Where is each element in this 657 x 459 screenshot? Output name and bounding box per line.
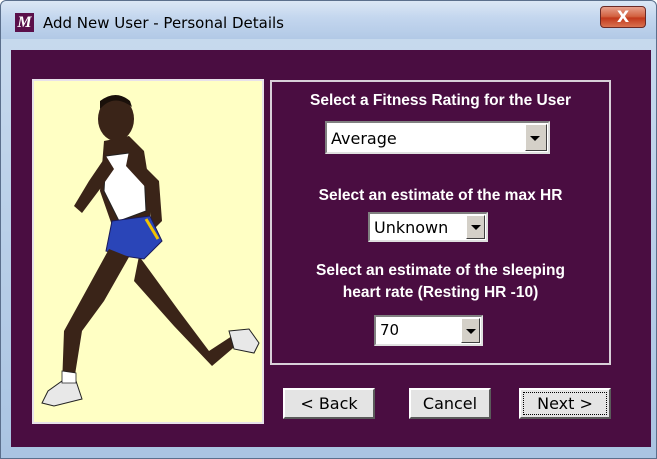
runner-image	[41, 95, 260, 407]
chevron-down-icon[interactable]	[525, 124, 547, 151]
fitness-rating-label: Select a Fitness Rating for the User	[310, 92, 571, 109]
runner-illustration	[32, 79, 264, 424]
close-button[interactable]: X	[600, 6, 646, 28]
chevron-down-icon[interactable]	[466, 215, 485, 239]
app-logo-icon: M	[15, 13, 34, 32]
sleeping-hr-label-line1: Select an estimate of the sleeping	[316, 262, 565, 279]
fitness-rating-value: Average	[331, 129, 397, 148]
window-title: Add New User - Personal Details	[43, 14, 284, 32]
max-hr-label: Select an estimate of the max HR	[318, 187, 563, 204]
sleeping-hr-value: 70	[380, 321, 400, 339]
max-hr-value: Unknown	[374, 218, 449, 237]
back-button[interactable]: < Back	[283, 388, 375, 419]
fitness-rating-select[interactable]: Average	[325, 121, 550, 154]
sleeping-hr-select[interactable]: 70	[374, 315, 483, 346]
chevron-down-icon[interactable]	[461, 318, 480, 343]
cancel-button[interactable]: Cancel	[409, 388, 491, 419]
next-button[interactable]: Next >	[519, 388, 611, 419]
max-hr-select[interactable]: Unknown	[368, 212, 488, 242]
sleeping-hr-label-line2: heart rate (Resting HR -10)	[342, 284, 539, 301]
title-bar[interactable]: M Add New User - Personal Details X	[1, 1, 656, 39]
